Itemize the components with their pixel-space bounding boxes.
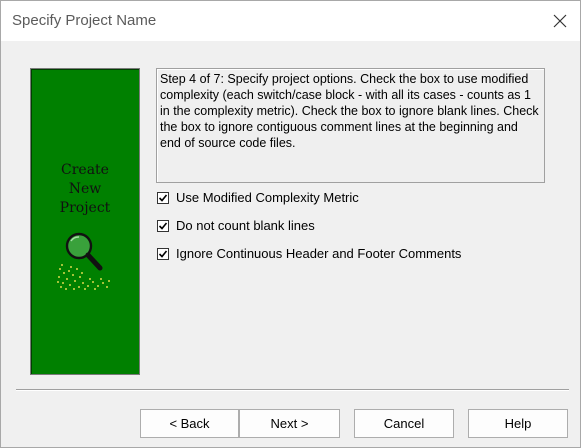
option-modified-complexity[interactable]: Use Modified Complexity Metric xyxy=(157,190,359,205)
close-icon xyxy=(553,14,567,28)
magnifier-icon xyxy=(57,232,110,290)
option-header-footer-comments[interactable]: Ignore Continuous Header and Footer Comm… xyxy=(157,246,461,261)
option-blank-lines[interactable]: Do not count blank lines xyxy=(157,218,315,233)
window-title: Specify Project Name xyxy=(12,12,157,29)
label-modified-complexity: Use Modified Complexity Metric xyxy=(176,190,359,205)
side-panel-caption: Create New Project xyxy=(31,161,139,218)
wizard-side-panel: Create New Project xyxy=(30,68,140,375)
close-button[interactable] xyxy=(546,7,574,35)
checkmark-icon xyxy=(158,221,168,230)
button-separator xyxy=(16,389,569,391)
next-button[interactable]: Next > xyxy=(239,409,340,438)
side-caption-line-3: Project xyxy=(59,200,111,216)
wizard-dialog: Specify Project Name Create New Project xyxy=(0,0,581,448)
back-button[interactable]: < Back xyxy=(140,409,239,438)
cancel-button[interactable]: Cancel xyxy=(354,409,454,438)
help-button[interactable]: Help xyxy=(468,409,568,438)
checkbox-header-footer-comments[interactable] xyxy=(157,247,169,260)
checkbox-blank-lines[interactable] xyxy=(157,219,169,232)
checkmark-icon xyxy=(158,193,168,202)
side-caption-line-1: Create xyxy=(61,162,109,178)
label-header-footer-comments: Ignore Continuous Header and Footer Comm… xyxy=(176,246,462,261)
step-description: Step 4 of 7: Specify project options. Ch… xyxy=(156,68,545,183)
checkmark-icon xyxy=(158,249,168,258)
label-blank-lines: Do not count blank lines xyxy=(176,218,315,233)
side-caption-line-2: New xyxy=(68,181,102,197)
title-bar: Specify Project Name xyxy=(1,1,580,41)
checkbox-modified-complexity[interactable] xyxy=(157,191,169,204)
